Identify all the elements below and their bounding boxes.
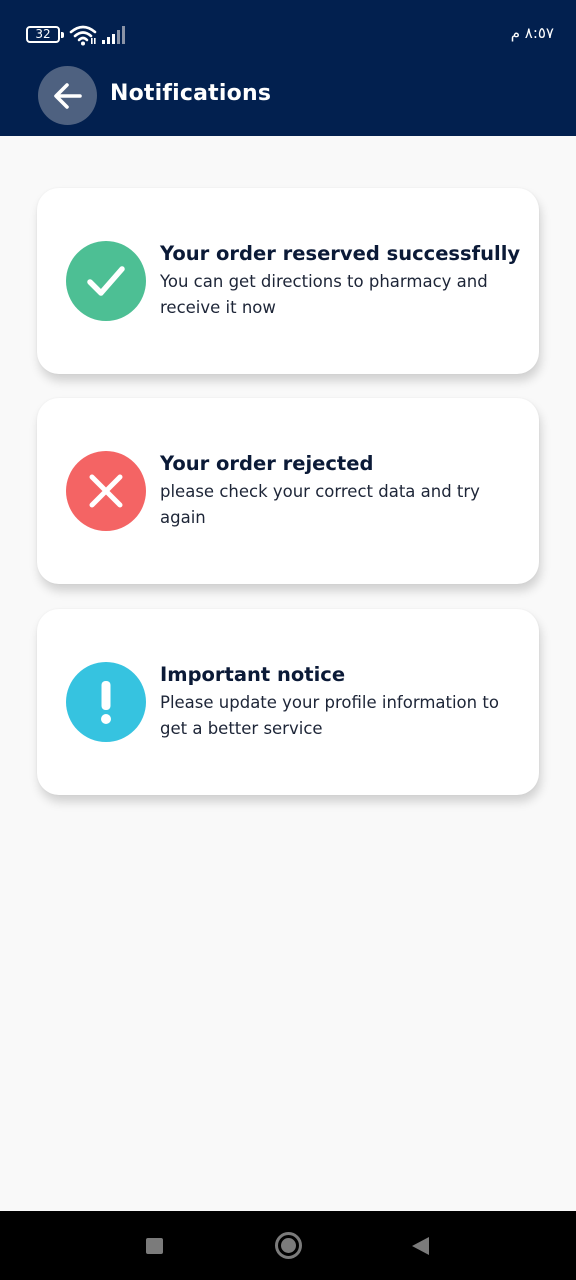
signal-icon bbox=[101, 26, 129, 44]
notification-title: Your order rejected bbox=[160, 451, 520, 477]
notification-card-success[interactable]: Your order reserved successfully You can… bbox=[37, 188, 539, 374]
notification-title: Important notice bbox=[160, 662, 520, 688]
notification-text: Your order reserved successfully You can… bbox=[160, 241, 520, 321]
clock: ٨:٥٧ م bbox=[511, 24, 554, 42]
check-icon bbox=[66, 241, 146, 321]
system-nav-bar bbox=[0, 1211, 576, 1280]
back-button[interactable] bbox=[38, 66, 97, 125]
wifi-icon bbox=[69, 24, 97, 46]
notification-title: Your order reserved successfully bbox=[160, 241, 520, 267]
battery-level: 32 bbox=[35, 27, 50, 41]
notification-card-info[interactable]: Important notice Please update your prof… bbox=[37, 609, 539, 795]
status-bar: 32 ٨:٥٧ م bbox=[0, 0, 576, 64]
battery-icon: 32 bbox=[26, 26, 60, 43]
close-icon bbox=[66, 451, 146, 531]
home-icon[interactable] bbox=[275, 1232, 302, 1259]
back-icon[interactable] bbox=[412, 1237, 429, 1255]
notification-card-error[interactable]: Your order rejected please check your co… bbox=[37, 398, 539, 584]
notification-text: Your order rejected please check your co… bbox=[160, 451, 520, 531]
page-title: Notifications bbox=[110, 81, 271, 106]
app-bar: 32 ٨:٥٧ م Notifications bbox=[0, 0, 576, 136]
notification-message: You can get directions to pharmacy and r… bbox=[160, 269, 520, 321]
notification-message: Please update your profile information t… bbox=[160, 690, 520, 742]
arrow-left-icon bbox=[51, 79, 85, 113]
notification-message: please check your correct data and try a… bbox=[160, 479, 520, 531]
recents-icon[interactable] bbox=[146, 1238, 163, 1254]
exclamation-icon bbox=[66, 662, 146, 742]
notification-text: Important notice Please update your prof… bbox=[160, 662, 520, 742]
